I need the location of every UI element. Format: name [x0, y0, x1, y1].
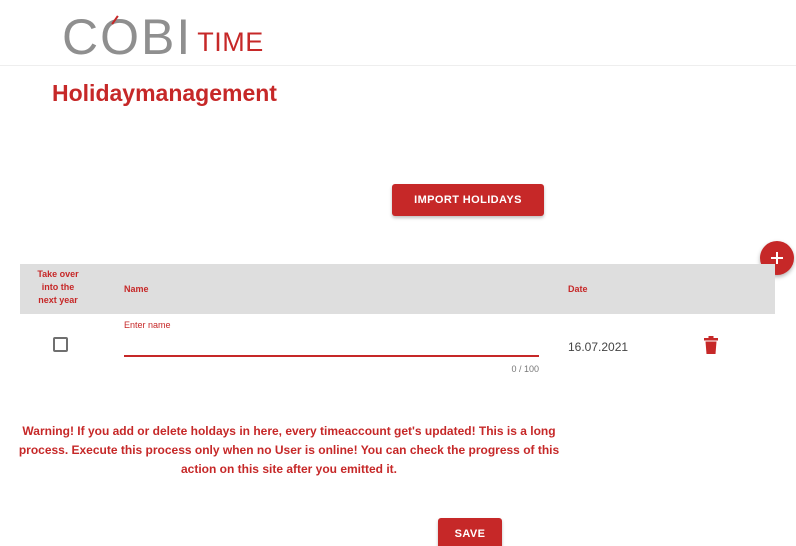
name-field-label: Enter name — [124, 320, 171, 330]
column-header-date: Date — [568, 284, 588, 294]
name-input[interactable] — [124, 332, 539, 354]
trash-icon — [704, 336, 718, 354]
logo-main-text: COBI — [62, 9, 193, 65]
logo-sub-text: TIME — [197, 27, 264, 57]
holiday-table-header: Take over into the next year Name Date — [20, 264, 775, 314]
takeover-checkbox[interactable] — [53, 337, 68, 352]
warning-message: Warning! If you add or delete holdays in… — [18, 424, 560, 476]
app-logo: COBI TIME — [62, 6, 264, 62]
name-character-counter: 0 / 100 — [511, 364, 539, 374]
name-input-underline — [124, 355, 539, 357]
import-holidays-button[interactable]: IMPORT HOLIDAYS — [392, 184, 544, 216]
holiday-date: 16.07.2021 — [568, 340, 629, 354]
save-button[interactable]: SAVE — [438, 518, 502, 546]
app-header: COBI TIME — [0, 0, 796, 66]
column-header-takeover: Take over into the next year — [37, 269, 79, 305]
delete-row-button[interactable] — [704, 336, 718, 354]
column-header-name: Name — [124, 284, 149, 294]
page-title: Holidaymanagement — [52, 80, 277, 106]
